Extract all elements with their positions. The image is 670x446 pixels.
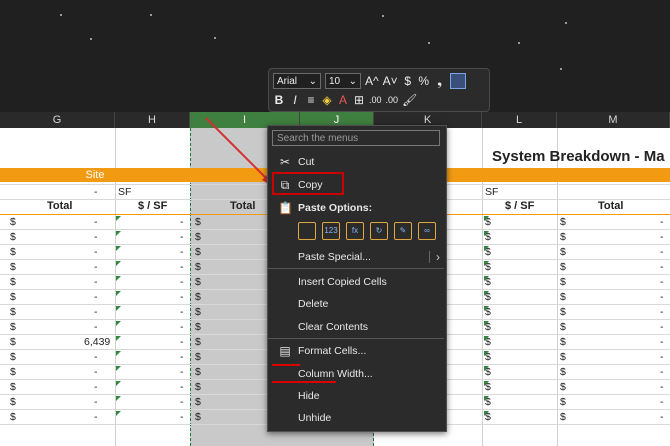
menu-item-format-cells[interactable]: ▤ Format Cells...	[268, 341, 446, 361]
chevron-right-icon: ›	[436, 250, 440, 264]
menu-item-label: Format Cells...	[298, 345, 367, 357]
paste-link-icon[interactable]: ∞	[418, 222, 436, 240]
menu-item-hide[interactable]: Hide	[268, 386, 446, 406]
menu-item-label: Paste Special...	[298, 251, 371, 263]
paste-formulas-icon[interactable]: fx	[346, 222, 364, 240]
menu-item-label: Insert Copied Cells	[298, 276, 387, 288]
menu-item-label: Unhide	[298, 412, 332, 424]
menu-item-cut[interactable]: ✂ Cut	[268, 152, 446, 172]
menu-item-delete[interactable]: Delete	[268, 294, 446, 314]
menu-item-clear-contents[interactable]: Clear Contents	[268, 317, 446, 337]
menu-item-label: Cut	[298, 156, 315, 168]
scissors-icon: ✂	[279, 155, 291, 169]
clipboard-icon: 📋	[278, 201, 293, 215]
menu-item-insert-copied-cells[interactable]: Insert Copied Cells	[268, 272, 446, 292]
format-cells-icon: ▤	[279, 344, 291, 358]
menu-separator	[429, 251, 430, 263]
menu-divider	[268, 268, 444, 269]
menu-item-paste-special[interactable]: Paste Special... ›	[268, 247, 446, 267]
annotation-underline	[272, 364, 300, 366]
menu-search-input[interactable]: Search the menus	[272, 130, 440, 146]
paste-formatting-icon[interactable]: ✎	[394, 222, 412, 240]
paste-icon[interactable]	[298, 222, 316, 240]
paste-values-icon[interactable]: 123	[322, 222, 340, 240]
annotation-underline	[272, 381, 336, 383]
menu-item-label: Hide	[298, 390, 320, 402]
menu-item-label: Clear Contents	[298, 321, 369, 333]
menu-divider	[268, 338, 444, 339]
menu-item-paste-options: 📋 Paste Options:	[268, 198, 446, 218]
menu-item-label: Delete	[298, 298, 329, 310]
menu-item-label: Paste Options:	[298, 202, 373, 214]
paste-transpose-icon[interactable]: ↻	[370, 222, 388, 240]
copy-highlight-box	[272, 172, 344, 195]
menu-item-unhide[interactable]: Unhide	[268, 408, 446, 428]
